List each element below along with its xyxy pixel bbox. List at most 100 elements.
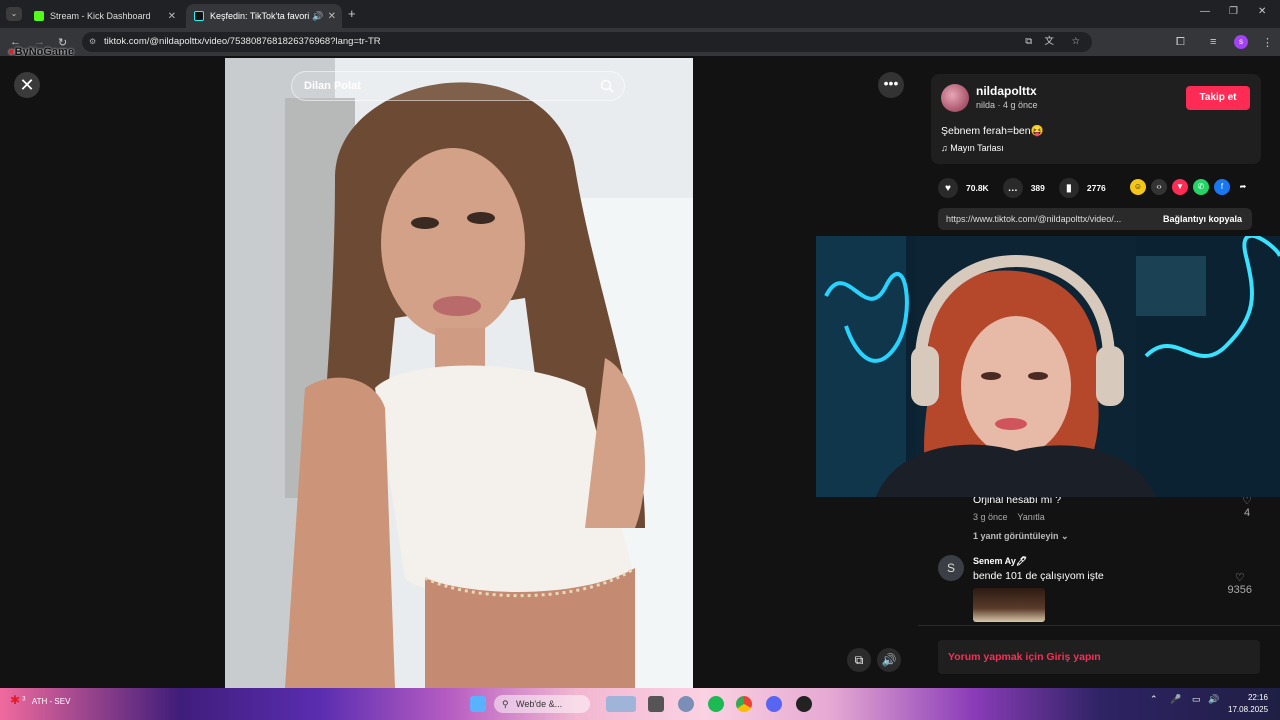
heart-icon[interactable]: ♡ [1228,571,1252,584]
music-note-icon: ♫ [941,143,951,153]
comment-sticker-image [973,588,1045,622]
stats-row: ♥ 70.8K … 389 ▮ 2776 [938,178,1106,198]
video-player[interactable] [225,58,693,688]
comment-item: Orjinal hesabı mı ? 3 g önce Yanıtla 1 y… [973,494,1069,542]
restore-icon[interactable]: ❐ [1229,6,1238,17]
view-replies-button[interactable]: 1 yanıt görüntüleyin ⌄ [973,531,1069,542]
tray-chevron-icon[interactable]: ⌃ [1150,694,1158,705]
task-view-icon[interactable] [606,696,636,712]
login-to-comment[interactable]: Yorum yapmak için Giriş yapın [938,640,1260,674]
microphone-icon[interactable]: 🎤 [1170,694,1181,705]
embed-icon[interactable]: ‹› [1151,179,1167,195]
menu-icon[interactable]: ⋮ [1262,36,1273,49]
translate-icon[interactable]: 文 [1044,32,1054,52]
file-explorer-icon[interactable] [648,696,664,712]
search-value: Dilan Polat [304,80,361,92]
tab-tiktok[interactable]: Keşfedin: TikTok'ta favori vi 🔊 ✕ [186,4,342,28]
tab-kick-dashboard[interactable]: Stream - Kick Dashboard ✕ [26,4,182,28]
weather-text: ATH - SEV [31,697,71,706]
save-count: 2776 [1086,183,1106,193]
discord-icon[interactable] [766,696,782,712]
bookmark-icon[interactable]: ▮ [1058,178,1079,198]
close-video-button[interactable]: ✕ [14,72,40,98]
picture-in-picture-button[interactable]: ⧉ [847,648,871,672]
close-tab-icon[interactable]: ✕ [328,11,336,22]
like-heart-icon[interactable]: ♥ [938,178,958,198]
comment-count: 389 [1030,183,1045,193]
video-description: Şebnem ferah=ben😝 [941,125,1044,137]
share-link[interactable]: https://www.tiktok.com/@nildapolttx/vide… [946,208,1146,230]
whatsapp-icon[interactable]: ✆ [1193,179,1209,195]
search-input[interactable]: Dilan Polat [291,71,625,101]
settings-icon[interactable] [678,696,694,712]
clock[interactable]: 22:16 17.08.2025 [1228,693,1268,714]
url-field[interactable]: ⚙ tiktok.com/@nildapolttx/video/75380876… [82,32,1092,52]
copy-link-button[interactable]: Bağlantıyı kopyala [1163,208,1242,230]
close-tab-icon[interactable]: ✕ [168,11,176,22]
like-count: 70.8K [966,183,989,193]
webcam-frame [816,236,1280,497]
taskbar-search[interactable]: ⚲ Web'de &... [494,695,590,713]
author-card: nildapolttx nilda · 4 g önce Takip et Şe… [931,74,1261,164]
share-link-box: https://www.tiktok.com/@nildapolttx/vide… [938,208,1252,230]
weather-icon: ✱ [10,693,21,707]
extensions-icon[interactable]: ⧠ [1176,36,1185,49]
chrome-icon[interactable] [736,696,752,712]
volume-icon[interactable]: 🔊 [1208,694,1219,705]
spotify-icon[interactable] [708,696,724,712]
close-window-icon[interactable]: ✕ [1258,6,1266,17]
new-tab-button[interactable]: + [348,6,356,21]
tiktok-icon [194,11,204,21]
music-link[interactable]: ♫ Mayın Tarlası [941,143,1004,153]
webcam-overlay [816,236,1280,497]
clock-time: 22:16 [1247,693,1268,702]
more-options-button[interactable]: ••• [878,72,904,98]
bookmark-star-icon[interactable]: ☆ [1071,32,1080,52]
share-send-icon[interactable]: ▼ [1172,179,1188,195]
windows-taskbar: ✱ 3 ATH - SEV ⚲ Web'de &... ⌃ 🎤 ▭ 🔊 22:1… [0,688,1280,720]
comment-like[interactable]: ♡ 4 [1242,494,1252,519]
video-frame [225,58,693,688]
share-coin-icon[interactable]: ☺ [1130,179,1146,195]
search-icon: ⚲ [502,699,509,709]
tab-list-button[interactable]: ⌄ [6,7,22,21]
volume-button[interactable]: 🔊 [877,648,901,672]
author-username[interactable]: nildapolttx [976,84,1037,98]
comment-like-count: 9356 [1227,584,1252,596]
comment-time: 3 g önce [973,512,1008,522]
clock-date: 17.08.2025 [1228,705,1269,714]
comment-icon[interactable]: … [1002,178,1023,198]
author-subline: nilda · 4 g önce [976,100,1038,110]
search-icon[interactable] [600,79,614,93]
divider [918,625,1280,626]
weather-widget[interactable]: ✱ 3 ATH - SEV [10,693,70,707]
weather-badge: 3 [22,696,26,703]
address-bar-row: ← → ↻ ●ByNoGame ⚙ tiktok.com/@nildapoltt… [0,28,1280,58]
reply-button[interactable]: Yanıtla [1017,512,1044,522]
reading-list-icon[interactable]: ≡ [1210,36,1216,48]
video-stage: ✕ Dilan Polat ••• ⧉ 🔊 [0,56,918,688]
comment-item: Senem Ay🖊 bende 101 de çalışıyom işte [973,556,1104,622]
avatar[interactable] [941,84,969,112]
profile-avatar[interactable]: s [1234,35,1248,49]
comment-text: bende 101 de çalışıyom işte [973,570,1104,582]
minimize-icon[interactable]: — [1200,6,1210,17]
browser-tab-bar: ⌄ Stream - Kick Dashboard ✕ Keşfedin: Ti… [0,0,1280,28]
tab-label: Stream - Kick Dashboard [50,11,151,21]
comment-like[interactable]: ♡ 9356 [1228,571,1252,596]
windows-start-icon[interactable] [470,696,486,712]
comment-username[interactable]: Senem Ay🖊 [973,556,1104,567]
speaker-icon: 🔊 [312,10,324,21]
tab-label: Keşfedin: TikTok'ta favori vi [210,11,310,21]
share-arrow-icon[interactable]: ➦ [1235,179,1251,195]
obs-icon[interactable] [796,696,812,712]
kick-icon [34,11,44,21]
network-icon[interactable]: ▭ [1192,694,1201,705]
facebook-icon[interactable]: f [1214,179,1230,195]
follow-button[interactable]: Takip et [1186,86,1250,110]
site-info-icon[interactable]: ⚙ [89,32,96,52]
avatar[interactable]: S [938,555,964,581]
comment-like-count: 4 [1244,507,1251,519]
url-text: tiktok.com/@nildapolttx/video/7538087681… [104,36,381,47]
install-icon[interactable]: ⧉ [1025,32,1032,52]
